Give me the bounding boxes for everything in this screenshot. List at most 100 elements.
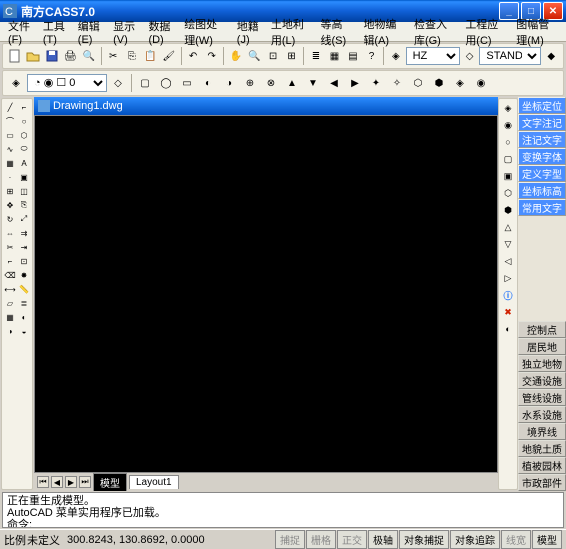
- table-icon[interactable]: ⊞: [3, 184, 17, 198]
- misc1-icon[interactable]: ◐: [17, 310, 31, 324]
- lmgr-icon[interactable]: ◈: [6, 73, 26, 93]
- measure-icon[interactable]: 📏: [17, 282, 31, 296]
- rp-coord-elev[interactable]: 坐标标高: [518, 182, 566, 199]
- redo-icon[interactable]: ↷: [203, 46, 221, 66]
- t15-icon[interactable]: ⬢: [429, 73, 449, 93]
- list-icon[interactable]: ≣: [17, 296, 31, 310]
- t2-icon[interactable]: ◯: [156, 73, 176, 93]
- erase-icon[interactable]: ⌫: [3, 268, 17, 282]
- rect-icon[interactable]: ▭: [3, 128, 17, 142]
- misc2-icon[interactable]: ◑: [3, 324, 17, 338]
- status-lwt[interactable]: 线宽: [501, 530, 531, 549]
- menu-file[interactable]: 文件(F): [3, 16, 38, 48]
- zoom-win-icon[interactable]: ⊡: [264, 46, 282, 66]
- t16-icon[interactable]: ◈: [450, 73, 470, 93]
- rp-def-style[interactable]: 定义字型: [518, 165, 566, 182]
- extend-icon[interactable]: ⇥: [17, 240, 31, 254]
- command-window[interactable]: 正在重生成模型。 AutoCAD 菜单实用程序已加载。 命令:: [2, 492, 564, 528]
- menu-data[interactable]: 数据(D): [143, 16, 179, 48]
- cut-icon[interactable]: ✂: [104, 46, 122, 66]
- calc-icon[interactable]: ▦: [3, 310, 17, 324]
- t1-icon[interactable]: ▢: [135, 73, 155, 93]
- t6-icon[interactable]: ⊕: [240, 73, 260, 93]
- rp-boundary[interactable]: 境界线: [518, 423, 566, 440]
- save-icon[interactable]: [43, 46, 61, 66]
- status-otrack[interactable]: 对象追踪: [450, 530, 500, 549]
- r4-icon[interactable]: ▢: [500, 151, 516, 167]
- trim-icon[interactable]: ✂: [3, 240, 17, 254]
- circle-icon[interactable]: ○: [17, 114, 31, 128]
- explode-icon[interactable]: ✸: [17, 268, 31, 282]
- rp-annot-text[interactable]: 注记文字: [518, 131, 566, 148]
- t9-icon[interactable]: ▼: [303, 73, 323, 93]
- rp-residence[interactable]: 居民地: [518, 338, 566, 355]
- r8-icon[interactable]: △: [500, 219, 516, 235]
- t13-icon[interactable]: ✧: [387, 73, 407, 93]
- menu-project[interactable]: 工程应用(C): [460, 14, 511, 50]
- menu-cadastre[interactable]: 地籍(J): [232, 16, 266, 48]
- menu-sheet[interactable]: 图幅管理(M): [511, 14, 563, 50]
- spline-icon[interactable]: ∿: [3, 142, 17, 156]
- paste-icon[interactable]: 📋: [141, 46, 159, 66]
- r2-icon[interactable]: ◉: [500, 117, 516, 133]
- menu-tools[interactable]: 工具(T): [38, 16, 73, 48]
- menu-edit[interactable]: 编辑(E): [73, 16, 108, 48]
- status-ortho[interactable]: 正交: [337, 530, 367, 549]
- match-icon[interactable]: 🖌: [160, 46, 178, 66]
- mirror-icon[interactable]: ⇔: [3, 226, 17, 240]
- tab-model[interactable]: 模型: [93, 473, 127, 491]
- r1-icon[interactable]: ◈: [500, 100, 516, 116]
- array-icon[interactable]: ⊡: [17, 254, 31, 268]
- lprop-icon[interactable]: ◇: [461, 46, 479, 66]
- region-icon[interactable]: ◫: [17, 184, 31, 198]
- t4-icon[interactable]: ◐: [198, 73, 218, 93]
- layer-select[interactable]: HZ: [406, 47, 460, 65]
- rp-municipal[interactable]: 市政部件: [518, 474, 566, 491]
- t3-icon[interactable]: ▭: [177, 73, 197, 93]
- arc-icon[interactable]: ⌒: [3, 114, 17, 128]
- print-icon[interactable]: 🖨: [62, 46, 80, 66]
- rp-indep-obj[interactable]: 独立地物: [518, 355, 566, 372]
- rp-common-text[interactable]: 常用文字: [518, 199, 566, 216]
- t17-icon[interactable]: ◉: [471, 73, 491, 93]
- rp-transport[interactable]: 交通设施: [518, 372, 566, 389]
- r14-icon[interactable]: ◐: [500, 321, 516, 337]
- cancel-icon[interactable]: ✖: [500, 304, 516, 320]
- move-icon[interactable]: ✥: [3, 198, 17, 212]
- scale-icon[interactable]: ⤢: [17, 212, 31, 226]
- tab-layout1[interactable]: Layout1: [129, 475, 179, 489]
- props-icon[interactable]: ≣: [307, 46, 325, 66]
- tab-next-icon[interactable]: ▶: [65, 476, 77, 488]
- r7-icon[interactable]: ⬢: [500, 202, 516, 218]
- dim-icon[interactable]: ⟷: [3, 282, 17, 296]
- rp-control-pt[interactable]: 控制点: [518, 321, 566, 338]
- copy-icon[interactable]: ⎘: [123, 46, 141, 66]
- fillet-icon[interactable]: ⌐: [3, 254, 17, 268]
- misc3-icon[interactable]: ◒: [17, 324, 31, 338]
- area-icon[interactable]: ▱: [3, 296, 17, 310]
- layer-combo[interactable]: ◔ ◉ ☐ 0: [27, 74, 107, 92]
- menu-land[interactable]: 土地利用(L): [266, 14, 316, 50]
- preview-icon[interactable]: 🔍: [80, 46, 98, 66]
- status-snap[interactable]: 捕捉: [275, 530, 305, 549]
- r3-icon[interactable]: ○: [500, 134, 516, 150]
- offset-icon[interactable]: ⇉: [17, 226, 31, 240]
- t10-icon[interactable]: ◀: [324, 73, 344, 93]
- r9-icon[interactable]: ▽: [500, 236, 516, 252]
- lprev-icon[interactable]: ◇: [108, 73, 128, 93]
- rp-change-font[interactable]: 变换字体: [518, 148, 566, 165]
- t12-icon[interactable]: ✦: [366, 73, 386, 93]
- t11-icon[interactable]: ▶: [345, 73, 365, 93]
- rotate-icon[interactable]: ↻: [3, 212, 17, 226]
- rp-vegetation[interactable]: 植被园林: [518, 457, 566, 474]
- hatch-icon[interactable]: ▦: [3, 156, 17, 170]
- r10-icon[interactable]: ◁: [500, 253, 516, 269]
- copy2-icon[interactable]: ⎘: [17, 198, 31, 212]
- open-icon[interactable]: [25, 46, 43, 66]
- status-grid[interactable]: 栅格: [306, 530, 336, 549]
- menu-check[interactable]: 检查入库(G): [409, 14, 460, 50]
- rp-terrain[interactable]: 地貌土质: [518, 440, 566, 457]
- menu-draw[interactable]: 绘图处理(W): [179, 14, 232, 50]
- t7-icon[interactable]: ⊗: [261, 73, 281, 93]
- pan-icon[interactable]: ✋: [227, 46, 245, 66]
